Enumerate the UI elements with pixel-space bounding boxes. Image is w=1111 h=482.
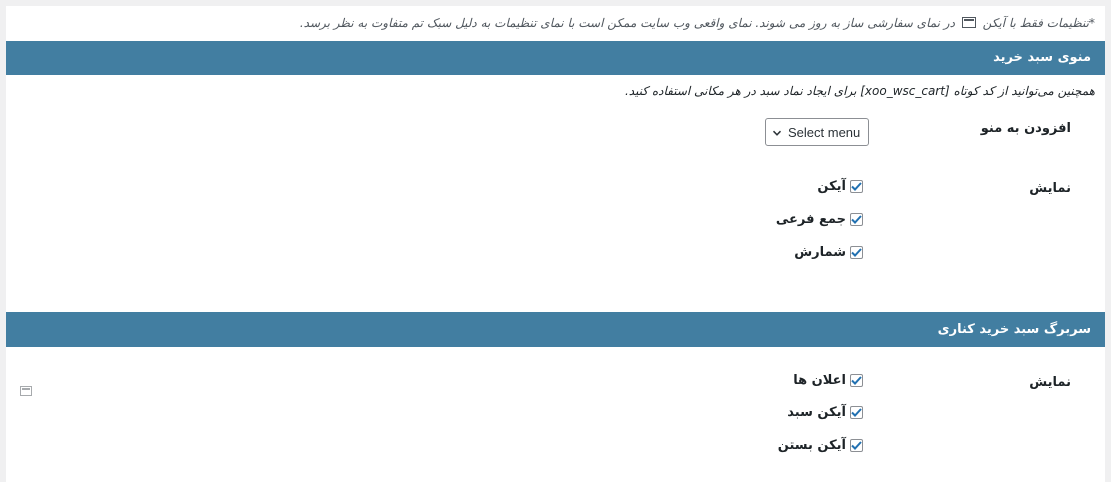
checkbox[interactable] <box>850 180 863 193</box>
checkbox-subtotal-option[interactable]: جمع فرعی <box>776 212 863 227</box>
chevron-down-icon <box>772 125 782 140</box>
checkbox[interactable] <box>850 246 863 259</box>
checkbox[interactable] <box>850 213 863 226</box>
checkbox-label: آیکن بستن <box>777 438 846 453</box>
notice-text-end: در نمای سفارشی ساز به روز می شوند. نمای … <box>299 16 955 30</box>
display-label: نمایش <box>1029 375 1071 390</box>
menu-select[interactable]: Select menu <box>765 118 869 146</box>
shortcode-description: همچنین می‌توانید از کد کوتاه [xoo_wsc_ca… <box>624 84 1095 98</box>
checkbox-label: آیکن سبد <box>787 405 846 420</box>
settings-panel: *تنظیمات فقط با آیکن در نمای سفارشی ساز … <box>6 6 1105 482</box>
checkbox[interactable] <box>850 406 863 419</box>
checkbox[interactable] <box>850 374 863 387</box>
checkbox-count-option[interactable]: شمارش <box>794 245 863 260</box>
checkbox-icon-option[interactable]: آیکن <box>817 179 863 194</box>
customizer-notice: *تنظیمات فقط با آیکن در نمای سفارشی ساز … <box>16 16 1095 31</box>
display-label: نمایش <box>1029 181 1071 196</box>
section-header-side-cart: سربرگ سبد خرید کناری <box>6 312 1105 347</box>
notice-text-start: *تنظیمات فقط با آیکن <box>982 16 1095 30</box>
checkbox-notifications-option[interactable]: اعلان ها <box>793 373 863 388</box>
menu-select-value: Select menu <box>788 124 861 140</box>
checkbox-cart-icon-option[interactable]: آیکن سبد <box>787 405 863 420</box>
checkbox-label: جمع فرعی <box>775 212 846 227</box>
checkbox-label: شمارش <box>794 245 846 260</box>
checkbox-label: آیکن <box>817 179 846 194</box>
section-header-cart-menu: منوی سبد خرید <box>6 41 1105 75</box>
customizer-icon <box>20 381 32 400</box>
customizer-icon <box>961 16 976 31</box>
checkbox-close-icon-option[interactable]: آیکن بستن <box>778 438 863 453</box>
add-to-menu-label: افزودن به منو <box>980 121 1071 136</box>
checkbox-label: اعلان ها <box>793 373 846 388</box>
checkbox[interactable] <box>850 439 863 452</box>
